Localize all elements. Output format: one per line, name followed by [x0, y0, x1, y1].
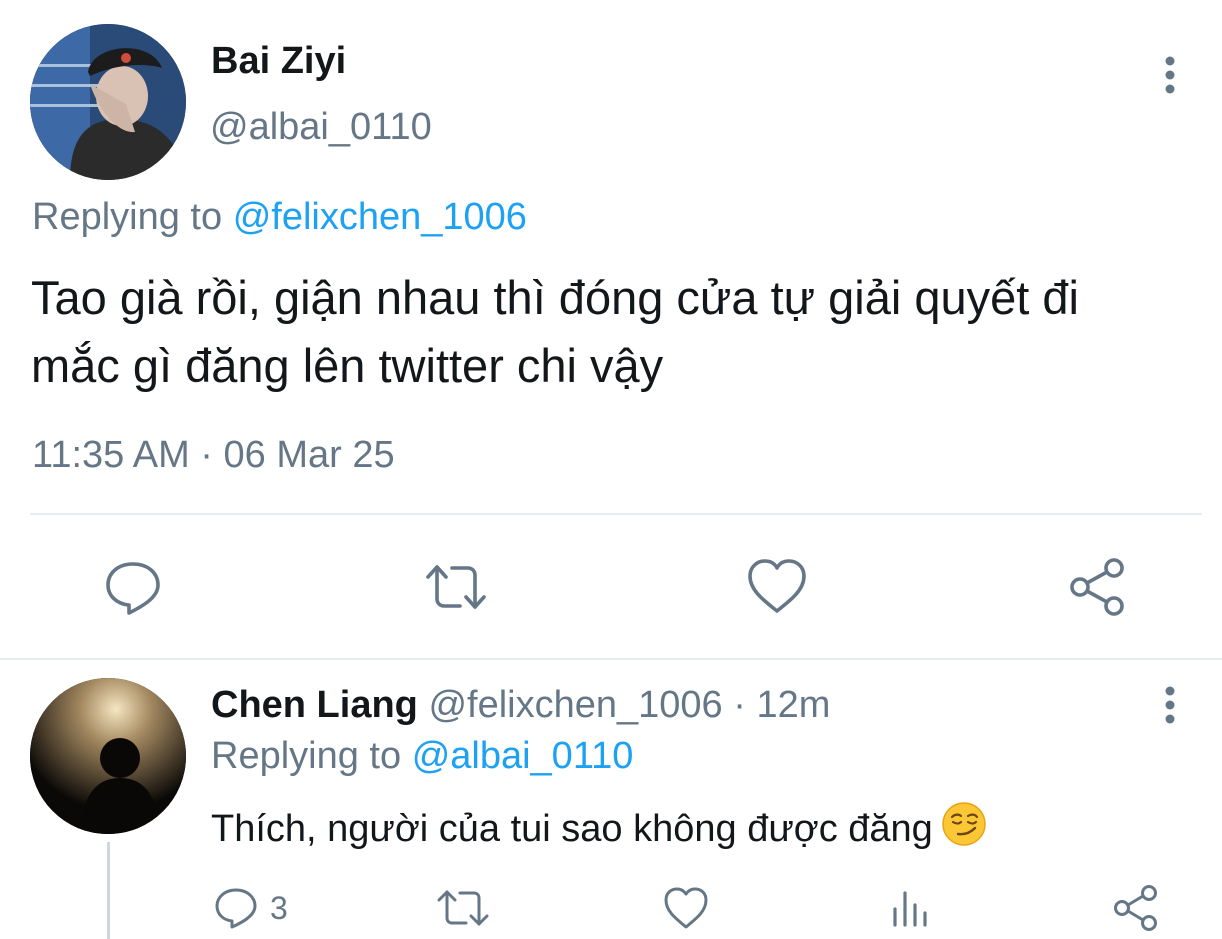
like-icon[interactable] [662, 883, 710, 933]
replying-label: Replying to [211, 735, 402, 777]
replying-label: Replying to [32, 196, 223, 238]
reply-header: Chen Liang @felixchen_1006 · 12m [211, 684, 830, 727]
timestamp[interactable]: 11:35 AM · 06 Mar 25 [32, 434, 395, 477]
divider [30, 513, 1202, 515]
reply-count: 3 [270, 890, 288, 926]
more-options-icon[interactable] [1160, 686, 1180, 726]
reply-icon[interactable] [101, 555, 165, 619]
tweet-text-content: Thích, người của tui sao không được đăng [211, 808, 933, 850]
retweet-icon[interactable] [424, 555, 488, 619]
avatar[interactable] [30, 24, 186, 180]
author-name[interactable]: Chen Liang [211, 684, 418, 726]
time-ago[interactable]: · 12m [733, 684, 830, 726]
replying-to: Replying to @felixchen_1006 [32, 196, 527, 239]
share-icon[interactable] [1112, 883, 1162, 933]
like-icon[interactable] [745, 555, 809, 619]
thread-line [107, 842, 110, 939]
reply-icon[interactable] [212, 883, 260, 933]
avatar[interactable] [30, 678, 186, 834]
author-handle[interactable]: @felixchen_1006 [428, 684, 722, 726]
mention-link[interactable]: @felixchen_1006 [233, 196, 527, 238]
mention-link[interactable]: @albai_0110 [412, 735, 634, 777]
tweet-text: Tao già rồi, giận nhau thì đóng cửa tự g… [31, 264, 1221, 400]
tweet-text-line: mắc gì đăng lên twitter chi vậy [31, 339, 664, 392]
author-name[interactable]: Bai Ziyi [211, 40, 346, 83]
smirking-face-emoji [941, 801, 987, 847]
share-icon[interactable] [1068, 555, 1132, 619]
replying-to: Replying to @albai_0110 [211, 735, 633, 778]
author-handle[interactable]: @albai_0110 [210, 106, 432, 149]
tweet-text-line: Tao già rồi, giận nhau thì đóng cửa tự g… [31, 271, 1079, 324]
tweet-text: Thích, người của tui sao không được đăng [211, 801, 987, 851]
retweet-icon[interactable] [436, 883, 490, 933]
analytics-icon[interactable] [888, 883, 932, 933]
more-options-icon[interactable] [1160, 56, 1180, 96]
divider [0, 658, 1222, 660]
